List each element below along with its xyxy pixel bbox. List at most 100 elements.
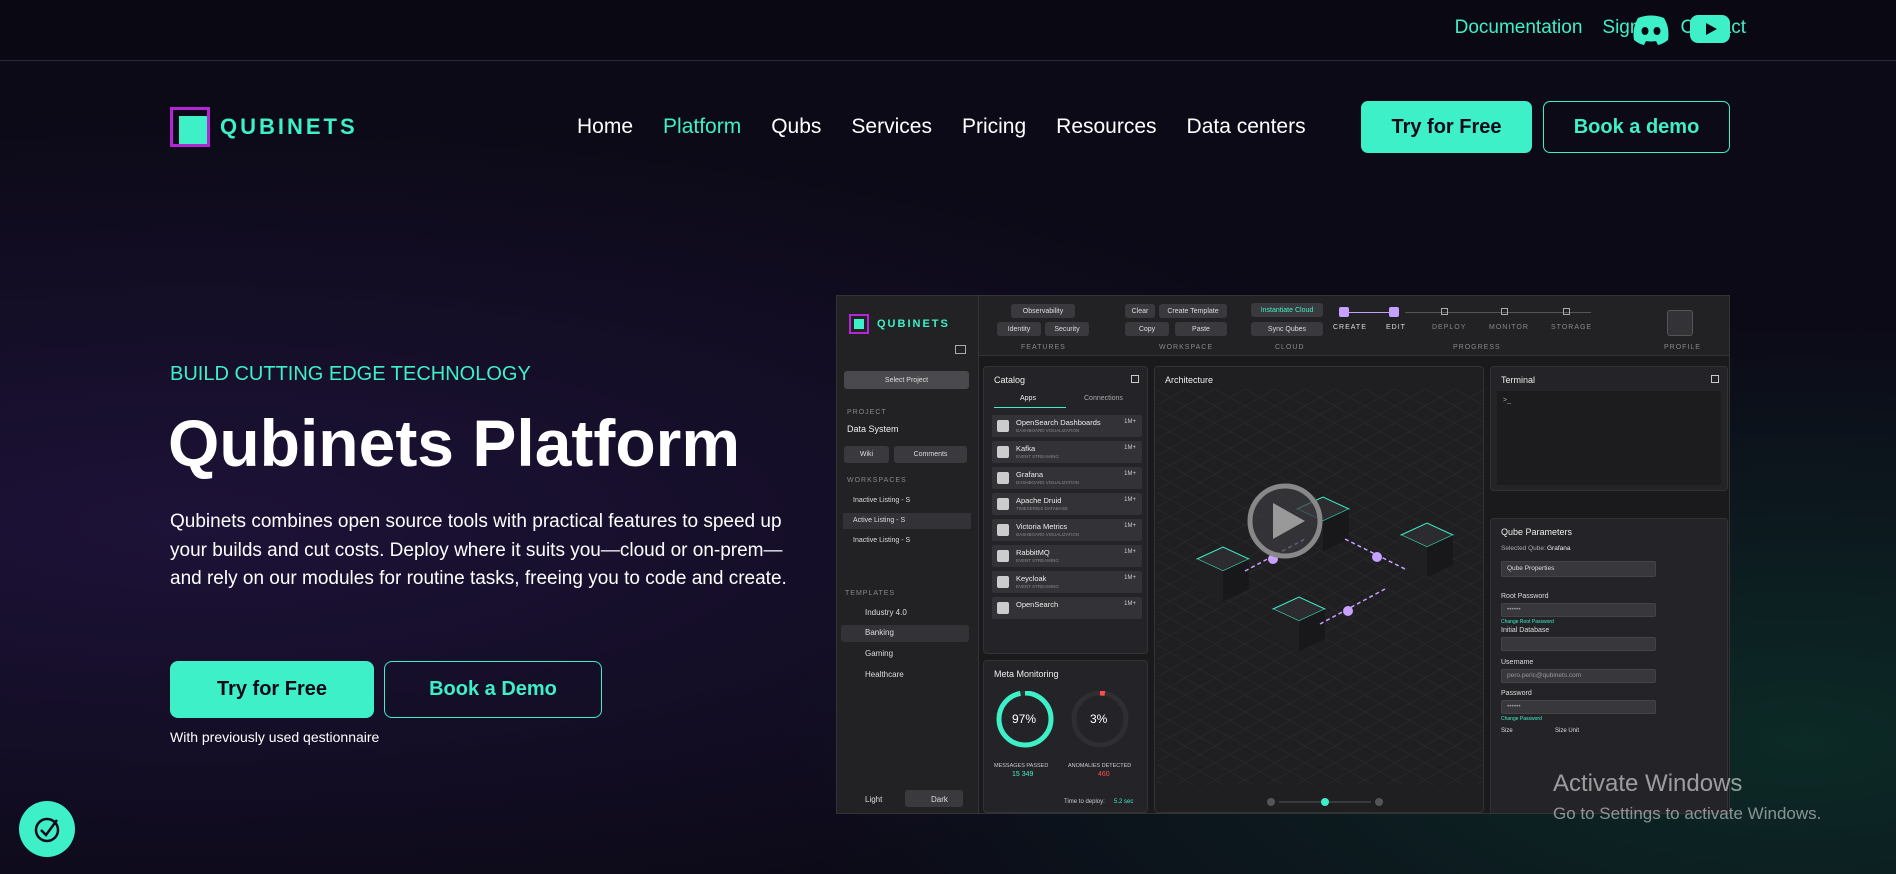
catalog-item[interactable]: RabbitMQ EVENT STREAMING 1M+ [992, 545, 1142, 567]
terminal-body[interactable]: >_ [1497, 391, 1721, 485]
project-label: PROJECT [847, 409, 887, 416]
nav-pricing[interactable]: Pricing [962, 115, 1026, 139]
catalog-item[interactable]: OpenSearch Dashboards DASHBOARD VISUALIZA… [992, 415, 1142, 437]
app-icon [997, 498, 1009, 510]
catalog-item[interactable]: Apache Druid TIMESERIES DATABASE 1M+ [992, 493, 1142, 515]
nav-data-centers[interactable]: Data centers [1187, 115, 1306, 139]
change-root-password-link[interactable]: Change Root Password [1501, 619, 1554, 625]
qube-properties-select[interactable]: Qube Properties [1501, 561, 1656, 577]
sync-qubes-button[interactable]: Sync Qubes [1251, 322, 1323, 336]
clear-button[interactable]: Clear [1125, 304, 1155, 318]
security-button[interactable]: Security [1045, 322, 1089, 336]
catalog-item-name: OpenSearch Dashboards [1016, 418, 1101, 427]
step-monitor: MONITOR [1489, 324, 1529, 331]
messages-value: 97% [1012, 712, 1037, 726]
anomalies-value: 3% [1090, 712, 1108, 726]
nav-qubs[interactable]: Qubs [771, 115, 821, 139]
step-monitor-lock-icon [1501, 308, 1508, 315]
theme-dark-button[interactable]: Dark [931, 795, 948, 804]
accessibility-helper-button[interactable] [19, 801, 75, 857]
nav-services[interactable]: Services [851, 115, 932, 139]
username-label: Username [1501, 659, 1534, 666]
theme-light-button[interactable]: Light [865, 795, 882, 804]
step-create: CREATE [1333, 324, 1367, 331]
architecture-canvas[interactable] [1155, 389, 1485, 789]
step-edit: EDIT [1386, 324, 1406, 331]
zoom-handle[interactable] [1321, 798, 1329, 806]
template-healthcare[interactable]: Healthcare [865, 670, 904, 679]
nav-platform[interactable]: Platform [663, 115, 741, 139]
password-label: Password [1501, 690, 1532, 697]
select-project-button[interactable]: Select Project [844, 371, 969, 389]
logo-mark-icon [170, 107, 210, 147]
copy-button[interactable]: Copy [1125, 322, 1169, 336]
documentation-link[interactable]: Documentation [1455, 17, 1583, 39]
workspace-item-active[interactable]: Active Listing - S [843, 513, 971, 529]
nav-home[interactable]: Home [577, 115, 633, 139]
progress-label: PROGRESS [1453, 344, 1501, 351]
zoom-slider[interactable] [1265, 796, 1385, 808]
step-storage: STORAGE [1551, 324, 1593, 331]
nav-try-free-button[interactable]: Try for Free [1361, 101, 1532, 153]
app-logo-icon [849, 314, 869, 334]
catalog-item[interactable]: Grafana DASHBOARD VISUALIZATION 1M+ [992, 467, 1142, 489]
create-template-button[interactable]: Create Template [1159, 304, 1227, 318]
workspace-item[interactable]: Inactive Listing - S [843, 533, 971, 549]
step-edit-check-icon [1389, 307, 1399, 317]
catalog-item[interactable]: Victoria Metrics DASHBOARD VISUALIZATION 1… [992, 519, 1142, 541]
messages-count: 15 349 [1012, 771, 1034, 778]
catalog-item-name: Apache Druid [1016, 496, 1062, 505]
deploy-time-value: 5.2 sec [1114, 799, 1134, 805]
template-banking[interactable]: Banking [865, 628, 894, 637]
catalog-item[interactable]: Keycloak EVENT STREAMING 1M+ [992, 571, 1142, 593]
root-password-field[interactable]: •••••• [1501, 603, 1656, 617]
meta-monitoring-panel: Meta Monitoring 97% 3% MESSAGES PASSED A… [983, 660, 1148, 813]
initial-database-field[interactable] [1501, 637, 1656, 651]
template-gaming[interactable]: Gaming [865, 649, 893, 658]
brand-logo[interactable]: QUBINETS [170, 107, 358, 147]
size-label: Size [1501, 728, 1513, 734]
instantiate-cloud-button[interactable]: Instantiate Cloud [1251, 303, 1323, 317]
messages-label: MESSAGES PASSED [994, 763, 1049, 769]
play-video-button[interactable] [1247, 483, 1323, 559]
comments-button[interactable]: Comments [894, 446, 967, 463]
platform-screenshot: QUBINETS Select Project PROJECT Data Sys… [836, 295, 1730, 814]
nav-book-demo-button[interactable]: Book a demo [1543, 101, 1730, 153]
discord-icon[interactable] [1630, 12, 1672, 46]
youtube-icon[interactable] [1690, 15, 1730, 43]
workspaces-label: WORKSPACES [847, 477, 907, 484]
project-name: Data System [847, 424, 899, 434]
app-toolbar: Observability Identity Security FEATURES… [979, 296, 1729, 356]
catalog-tab-connections[interactable]: Connections [1084, 395, 1123, 402]
identity-button[interactable]: Identity [997, 322, 1041, 336]
template-industry[interactable]: Industry 4.0 [865, 608, 907, 617]
root-password-label: Root Password [1501, 593, 1549, 600]
sidebar-toggle-icon[interactable] [955, 345, 966, 354]
workspace-item[interactable]: Inactive Listing - S [843, 493, 971, 509]
template-banking-highlight [841, 625, 969, 642]
hero-book-demo-button[interactable]: Book a Demo [384, 661, 602, 718]
password-field[interactable]: •••••• [1501, 700, 1656, 714]
catalog-item[interactable]: Kafka EVENT STREAMING 1M+ [992, 441, 1142, 463]
app-icon [997, 446, 1009, 458]
profile-avatar[interactable] [1667, 310, 1693, 336]
catalog-tab-apps[interactable]: Apps [1020, 395, 1036, 402]
catalog-item-users: 1M+ [1124, 549, 1136, 555]
observability-button[interactable]: Observability [1011, 304, 1075, 318]
change-password-link[interactable]: Change Password [1501, 716, 1542, 722]
nav-resources[interactable]: Resources [1056, 115, 1156, 139]
hero-try-free-button[interactable]: Try for Free [170, 661, 374, 718]
paste-button[interactable]: Paste [1175, 322, 1227, 336]
catalog-panel: Catalog Apps Connections OpenSearch Dash… [983, 366, 1148, 654]
windows-activation-subtitle: Go to Settings to activate Windows. [1553, 804, 1822, 823]
wiki-button[interactable]: Wiki [844, 446, 889, 463]
app-wordmark: QUBINETS [877, 318, 950, 330]
terminal-title: Terminal [1501, 375, 1536, 385]
main-nav: Home Platform Qubs Services Pricing Reso… [577, 115, 1306, 139]
terminal-expand-icon[interactable] [1711, 375, 1719, 383]
windows-activation-title: Activate Windows [1553, 770, 1743, 797]
catalog-item[interactable]: OpenSearch 1M+ [992, 597, 1142, 619]
catalog-collapse-icon[interactable] [1131, 375, 1139, 383]
username-field[interactable]: pero.peric@qubinets.com [1501, 669, 1656, 683]
catalog-item-name: Keycloak [1016, 574, 1047, 583]
